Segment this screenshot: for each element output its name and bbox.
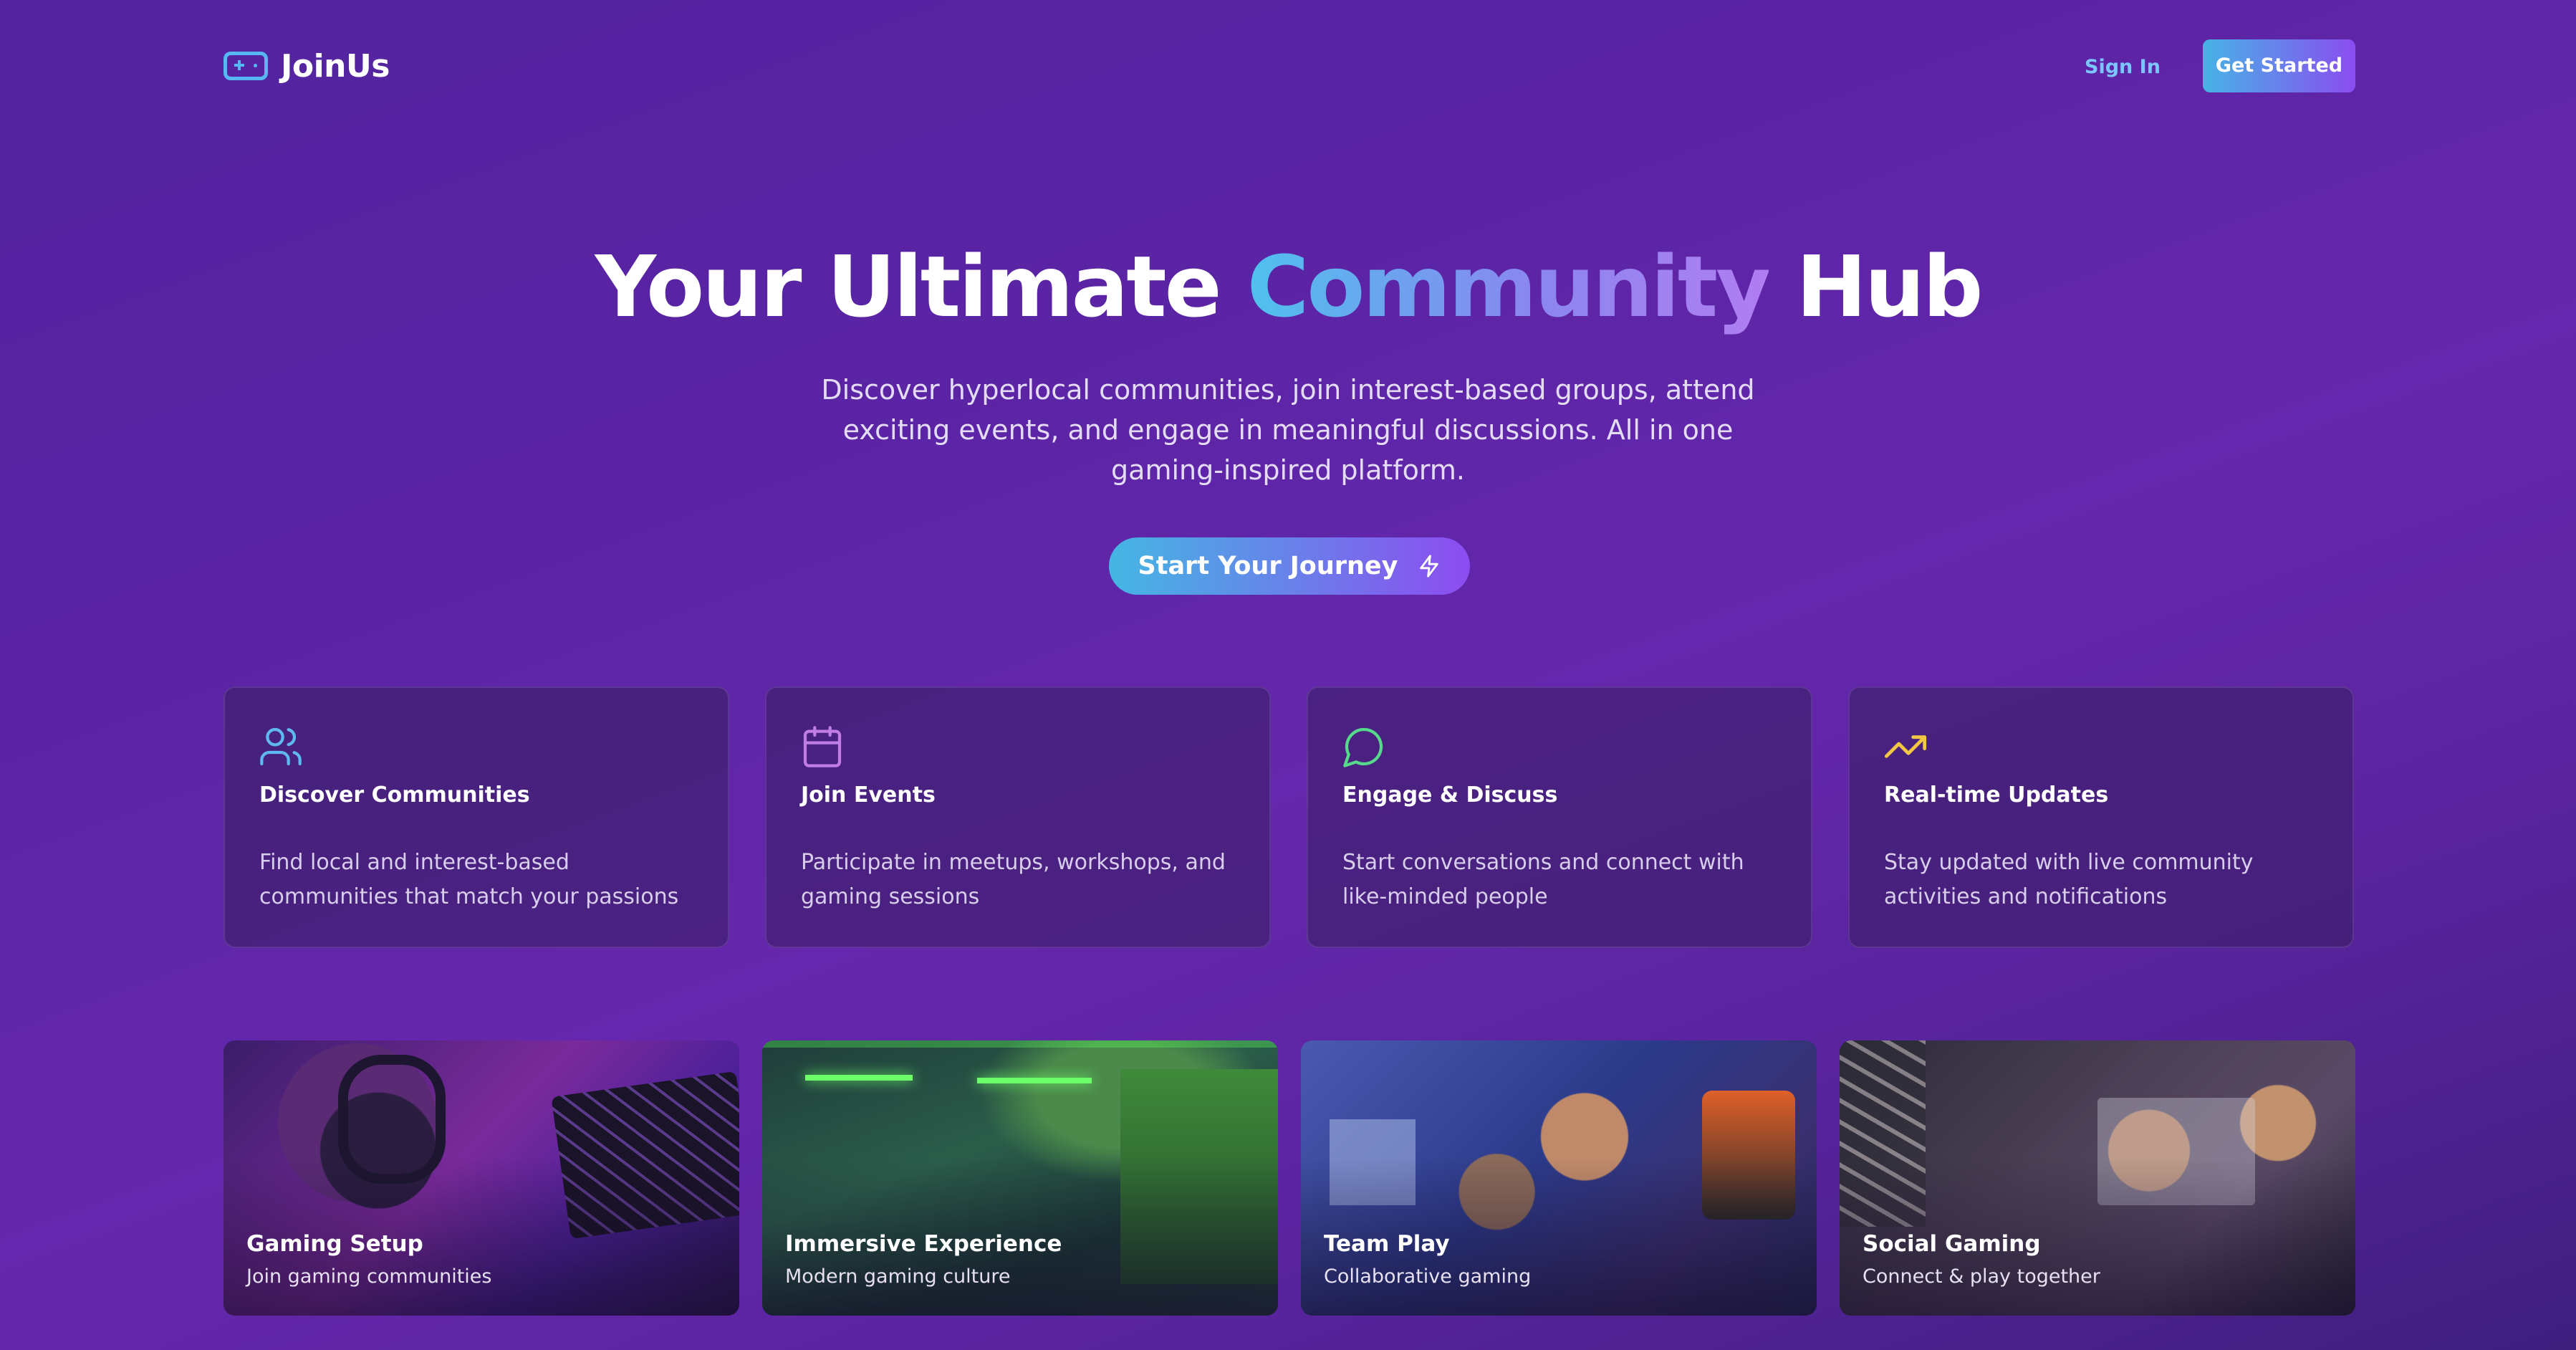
feature-description: Stay updated with live community activit… [1884,850,2254,909]
feature-card-updates[interactable]: Real-time Updates Stay updated with live… [1848,686,2354,948]
sign-in-link[interactable]: Sign In [2085,47,2161,87]
gallery-card-team-play[interactable]: Team Play Collaborative gaming [1301,1040,1817,1316]
gallery-card-gaming-setup[interactable]: Gaming Setup Join gaming communities [224,1040,739,1316]
get-started-button[interactable]: Get Started [2203,39,2355,92]
start-journey-label: Start Your Journey [1138,552,1398,580]
feature-card-events[interactable]: Join Events Participate in meetups, work… [765,686,1271,948]
logo[interactable]: JoinUs [224,44,390,87]
gallery-card-immersive[interactable]: Immersive Experience Modern gaming cultu… [762,1040,1278,1316]
hero-title-highlight: Community [1246,237,1771,336]
gallery-card-subtitle: Modern gaming culture [785,1265,1011,1288]
top-nav: JoinUs Sign In Get Started [0,0,2576,132]
logo-text: JoinUs [281,47,390,85]
lightning-icon [1419,555,1438,578]
gallery-card-subtitle: Collaborative gaming [1324,1265,1532,1288]
calendar-icon [803,726,842,767]
neon-light [977,1078,1092,1083]
feature-title: Discover Communities [259,782,530,808]
hero-title: Your Ultimate Community Hub [0,229,2576,344]
gallery-card-subtitle: Connect & play together [1863,1265,2100,1288]
feature-title: Engage & Discuss [1342,782,1558,808]
users-icon [260,727,302,766]
hero-title-part1: Your Ultimate [595,237,1247,336]
gallery-card-title: Gaming Setup [246,1231,423,1257]
gallery-card-title: Team Play [1324,1231,1450,1257]
feature-card-discover[interactable]: Discover Communities Find local and inte… [224,686,729,948]
feature-description: Find local and interest-based communitie… [259,850,679,909]
feature-description: Participate in meetups, workshops, and g… [801,850,1226,909]
feature-card-engage[interactable]: Engage & Discuss Start conversations and… [1307,686,1812,948]
feature-title: Join Events [801,782,936,808]
gamepad-icon [224,52,268,80]
gallery-card-social-gaming[interactable]: Social Gaming Connect & play together [1840,1040,2355,1316]
neon-light [805,1075,913,1081]
trending-up-icon [1884,735,1927,758]
hero-title-part2: Hub [1769,237,1983,336]
landing-page: JoinUs Sign In Get Started Your Ultimate… [0,0,2576,1350]
gallery-card-title: Immersive Experience [785,1231,1062,1257]
start-journey-button[interactable]: Start Your Journey [1109,537,1470,595]
hero-subtitle: Discover hyperlocal communities, join in… [821,374,1755,486]
feature-title: Real-time Updates [1884,782,2109,808]
gallery-card-title: Social Gaming [1863,1231,2041,1257]
feature-description: Start conversations and connect with lik… [1342,850,1744,909]
chat-bubble-icon [1343,727,1383,767]
gallery-card-subtitle: Join gaming communities [246,1265,492,1288]
